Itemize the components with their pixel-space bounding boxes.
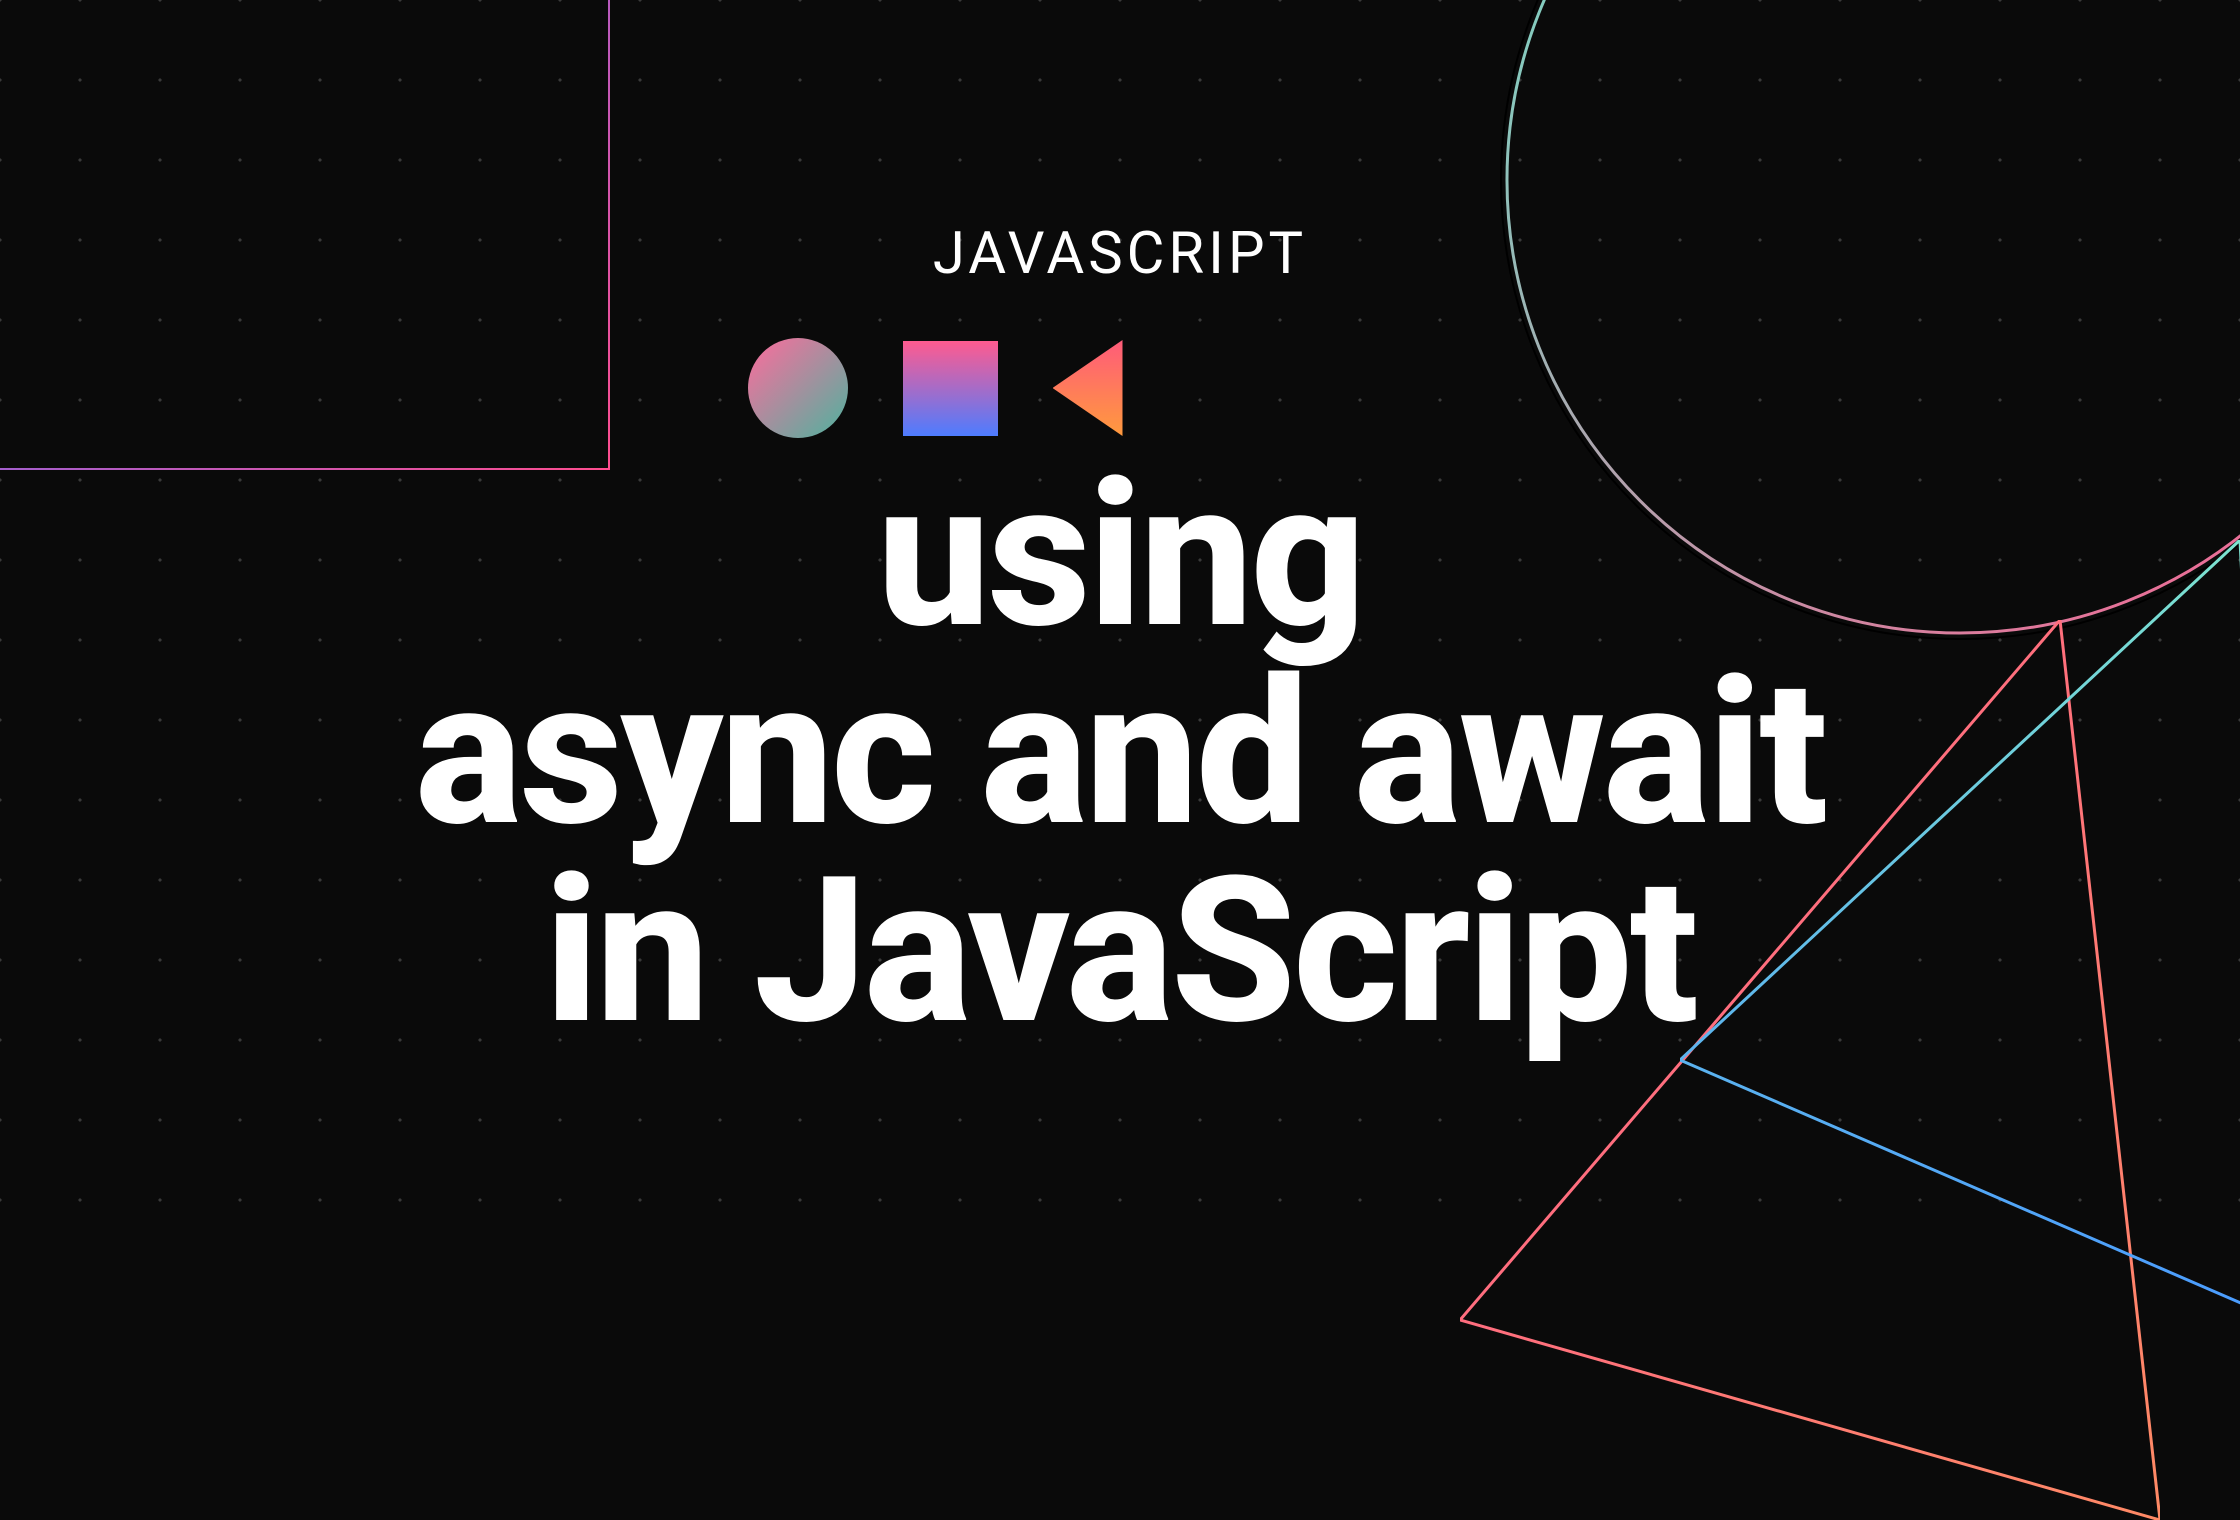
hero-content: JAVASCRIPT using async and await in Java… [0, 220, 2240, 1052]
title-line-2: async and await [0, 656, 2240, 854]
title-line-3: in JavaScript [0, 854, 2240, 1052]
circle-icon [748, 338, 848, 438]
decorative-shapes-row [0, 338, 2240, 438]
hero-title: using async and await in JavaScript [0, 458, 2240, 1052]
category-label: JAVASCRIPT [0, 220, 2240, 288]
square-icon [903, 341, 998, 436]
triangle-icon [1053, 340, 1123, 436]
title-line-1: using [0, 458, 2240, 656]
